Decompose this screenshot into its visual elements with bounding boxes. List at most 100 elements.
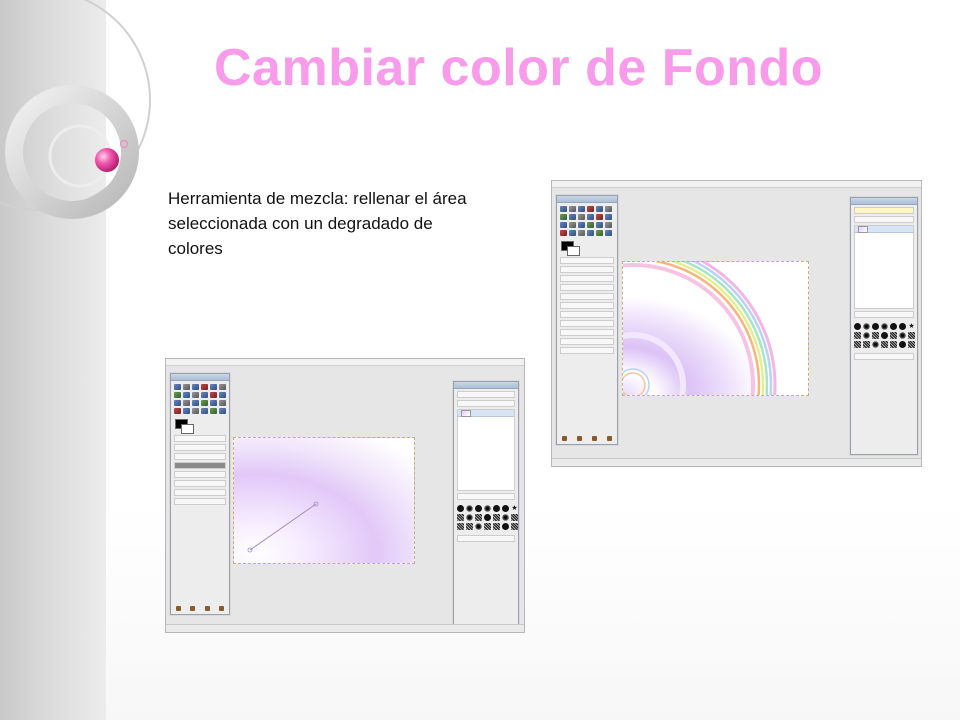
tool-icon[interactable] [192,392,199,398]
brush-icon[interactable] [863,341,870,348]
tool-option-row[interactable] [560,338,614,345]
tool-icon[interactable] [560,206,567,212]
dock-action-icon[interactable] [219,606,225,611]
brush-icon[interactable] [466,514,473,521]
tool-icon[interactable] [210,384,217,390]
tool-icon[interactable] [560,222,567,228]
background-color-icon[interactable] [567,246,580,256]
tool-icon[interactable] [219,392,226,398]
tool-icon[interactable] [587,222,594,228]
tool-icon[interactable] [578,214,585,220]
tool-option-row[interactable] [560,347,614,354]
tool-icon[interactable] [183,400,190,406]
brush-selector-row[interactable] [854,311,914,318]
brush-icon[interactable] [493,505,500,512]
brush-icon[interactable] [872,323,879,330]
brush-icon[interactable] [872,332,879,339]
brush-spacing-row[interactable] [854,353,914,360]
brush-icon[interactable] [502,514,509,521]
tool-icon[interactable] [183,384,190,390]
brush-icon[interactable] [908,332,915,339]
brush-icon[interactable]: ★ [511,505,518,512]
dock-action-icon[interactable] [592,436,597,441]
dock-action-icon[interactable] [175,606,181,611]
tool-icon[interactable] [192,400,199,406]
tool-icon[interactable] [605,206,612,212]
color-swatch[interactable] [175,419,195,434]
tool-icon[interactable] [560,230,567,236]
tool-icon[interactable] [569,214,576,220]
tool-icon[interactable] [219,408,226,414]
tool-icon[interactable] [596,222,603,228]
brush-icon[interactable] [511,523,518,530]
brush-icon[interactable] [457,505,464,512]
image-canvas[interactable] [233,437,415,564]
tool-icon[interactable] [219,400,226,406]
brush-icon[interactable] [475,505,482,512]
tool-option-gradient[interactable] [174,462,226,469]
tool-icon[interactable] [569,230,576,236]
brush-icon[interactable] [881,323,888,330]
brush-icon[interactable] [890,332,897,339]
brush-icon[interactable] [854,341,861,348]
tool-icon[interactable] [201,400,208,406]
tool-icon[interactable] [587,206,594,212]
dock-action-icon[interactable] [562,436,567,441]
tool-icon[interactable] [192,384,199,390]
layer-mode-row[interactable] [457,391,515,398]
brush-icon[interactable] [493,523,500,530]
tool-option-row[interactable] [560,257,614,264]
brush-icon[interactable] [863,323,870,330]
tool-icon[interactable] [605,230,612,236]
tool-option-row[interactable] [174,498,226,505]
tool-icon[interactable] [210,408,217,414]
brush-icon[interactable] [908,341,915,348]
image-canvas[interactable] [622,261,809,396]
layer-opacity-row[interactable] [854,216,914,223]
tool-option-row[interactable] [560,275,614,282]
brush-icon[interactable] [881,341,888,348]
dock-action-icon[interactable] [204,606,210,611]
tool-option-row[interactable] [560,320,614,327]
tool-option-row[interactable] [174,453,226,460]
tool-option-row[interactable] [174,480,226,487]
brush-icon[interactable] [890,323,897,330]
brush-icon[interactable] [484,523,491,530]
tool-icon[interactable] [569,206,576,212]
layer-mode-row[interactable] [854,207,914,214]
brush-icon[interactable] [899,323,906,330]
tool-option-row[interactable] [174,444,226,451]
brush-icon[interactable] [475,523,482,530]
brush-icon[interactable] [881,332,888,339]
brush-icon[interactable] [511,514,518,521]
tool-icon[interactable] [192,408,199,414]
tool-icon[interactable] [587,214,594,220]
tool-icon[interactable] [201,392,208,398]
tool-option-row[interactable] [560,329,614,336]
brush-icon[interactable] [466,505,473,512]
tool-icon[interactable] [578,206,585,212]
tool-option-row[interactable] [560,284,614,291]
tool-icon[interactable] [219,384,226,390]
brush-icon[interactable] [502,523,509,530]
brush-icon[interactable] [899,332,906,339]
dock-action-icon[interactable] [607,436,612,441]
tool-icon[interactable] [596,206,603,212]
color-swatch[interactable] [561,241,581,256]
brush-icon[interactable] [484,505,491,512]
layer-row[interactable] [855,225,913,233]
tool-icon[interactable] [605,222,612,228]
tool-icon[interactable] [569,222,576,228]
tool-icon[interactable] [210,392,217,398]
brush-icon[interactable] [854,332,861,339]
brush-icon[interactable] [457,523,464,530]
dock-action-icon[interactable] [577,436,582,441]
brush-icon[interactable] [863,332,870,339]
brush-icon[interactable] [502,505,509,512]
brush-icon[interactable] [872,341,879,348]
tool-icon[interactable] [605,214,612,220]
brush-icon[interactable] [484,514,491,521]
tool-icon[interactable] [596,230,603,236]
tool-icon[interactable] [174,384,181,390]
tool-option-row[interactable] [560,293,614,300]
